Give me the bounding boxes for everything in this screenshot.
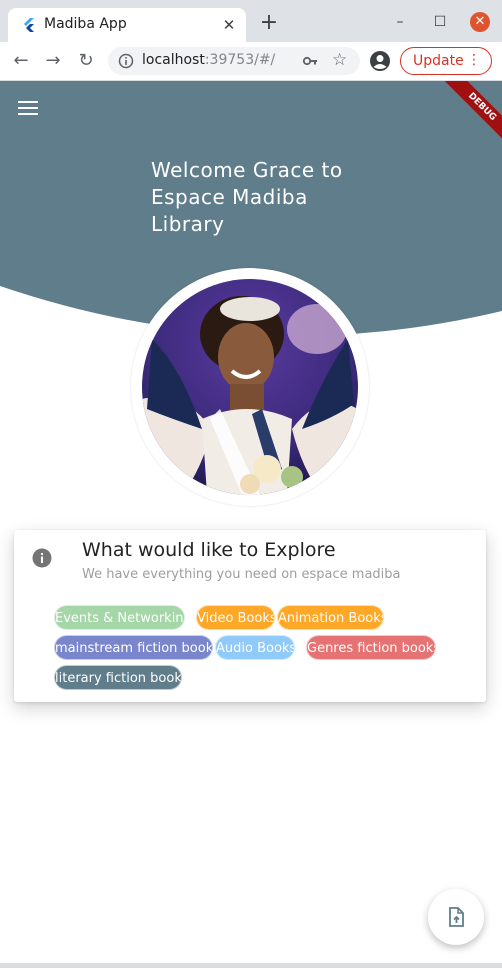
update-button[interactable]: Update ⋮: [400, 47, 492, 75]
browser-tabstrip: Madiba App ✕ + – ☐ ✕: [0, 0, 502, 42]
url-path: :39753/#/: [204, 52, 276, 68]
forward-arrow-icon[interactable]: →: [42, 50, 64, 72]
url-host: localhost: [142, 52, 205, 68]
chip-events-networking[interactable]: Events & Networking: [54, 605, 185, 630]
explore-title: What would like to Explore: [82, 539, 336, 561]
reload-icon[interactable]: ↻: [75, 50, 97, 72]
address-bar[interactable]: localhost:39753/#/ ☆: [108, 47, 360, 75]
browser-tab[interactable]: Madiba App ✕: [8, 8, 246, 42]
hamburger-menu-icon[interactable]: [18, 101, 38, 117]
new-tab-button[interactable]: +: [258, 12, 280, 34]
file-upload-icon: [449, 907, 464, 927]
explore-subtitle: We have everything you need on espace ma…: [82, 567, 401, 582]
tab-title: Madiba App: [44, 16, 127, 32]
flutter-icon: [24, 18, 34, 32]
chip-mainstream-fiction-books[interactable]: mainstream fiction books: [54, 635, 213, 660]
window-bottom-edge: [0, 963, 502, 968]
bookmark-star-icon[interactable]: ☆: [332, 50, 347, 70]
chip-literary-fiction-books[interactable]: literary fiction books: [54, 665, 182, 690]
profile-photo: [142, 279, 358, 495]
more-menu-icon[interactable]: ⋮: [467, 52, 481, 68]
profile-avatar-icon[interactable]: [369, 50, 391, 72]
chip-video-books[interactable]: Video Books: [196, 605, 275, 630]
chip-audio-books[interactable]: Audio Books: [215, 635, 295, 660]
back-arrow-icon[interactable]: ←: [10, 50, 32, 72]
maximize-button[interactable]: ☐: [430, 12, 450, 32]
welcome-title: Welcome Grace to Espace Madiba Library: [151, 158, 343, 236]
window-close-button[interactable]: ✕: [470, 12, 490, 32]
browser-toolbar: ← → ↻ localhost:39753/#/ ☆ Update ⋮: [0, 42, 502, 81]
chip-genres-fiction-books[interactable]: Genres fiction books: [306, 635, 436, 660]
minimize-button[interactable]: –: [390, 12, 410, 32]
info-circle-icon: [32, 548, 52, 568]
tab-close-icon[interactable]: ✕: [220, 16, 238, 34]
key-icon[interactable]: [302, 53, 318, 69]
chip-animation-books[interactable]: Animation Books: [277, 605, 384, 630]
info-icon[interactable]: [118, 53, 134, 69]
update-label: Update: [413, 53, 464, 69]
upload-file-button[interactable]: [428, 889, 484, 945]
app-viewport: DEBUG Welcome Grace to Espace Madiba Lib…: [0, 81, 502, 963]
url-text: localhost:39753/#/: [142, 52, 275, 68]
profile-photo-frame: [131, 268, 369, 506]
explore-card: What would like to Explore We have every…: [14, 530, 486, 702]
